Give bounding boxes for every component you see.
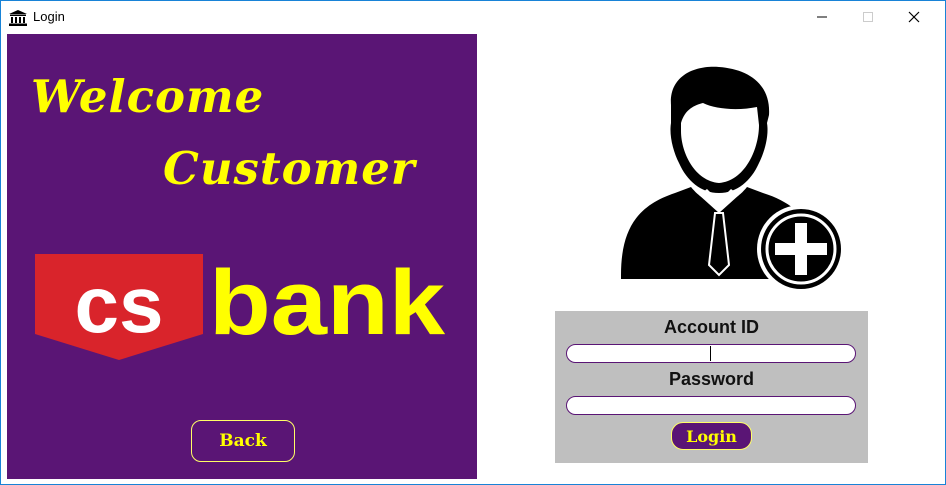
close-button[interactable]: [891, 1, 937, 33]
password-input[interactable]: [566, 396, 856, 415]
logo-letters: cs: [75, 260, 164, 349]
text-cursor: [710, 346, 711, 361]
login-window: Login Welcome Customer cs bank Back Acco…: [0, 0, 946, 485]
add-user-icon: [621, 66, 845, 293]
back-button[interactable]: Back: [191, 420, 295, 462]
close-icon: [908, 11, 920, 23]
customer-heading: Customer: [163, 142, 416, 195]
welcome-heading: Welcome: [31, 70, 265, 123]
title-bar[interactable]: Login: [1, 1, 945, 33]
maximize-icon: [863, 12, 873, 22]
minimize-icon: [817, 16, 827, 18]
logo-word: bank: [209, 254, 446, 354]
account-id-input[interactable]: [566, 344, 856, 363]
account-id-label: Account ID: [663, 317, 759, 337]
login-button[interactable]: Login: [671, 422, 752, 450]
maximize-button[interactable]: [845, 1, 891, 33]
password-label: Password: [668, 369, 755, 389]
welcome-panel: Welcome Customer cs bank Back: [7, 34, 477, 479]
minimize-button[interactable]: [799, 1, 845, 33]
bank-icon: [9, 10, 27, 26]
window-title: Login: [33, 9, 65, 24]
login-form: Account ID Password Login: [555, 311, 868, 463]
cs-bank-logo: cs bank: [35, 254, 446, 360]
